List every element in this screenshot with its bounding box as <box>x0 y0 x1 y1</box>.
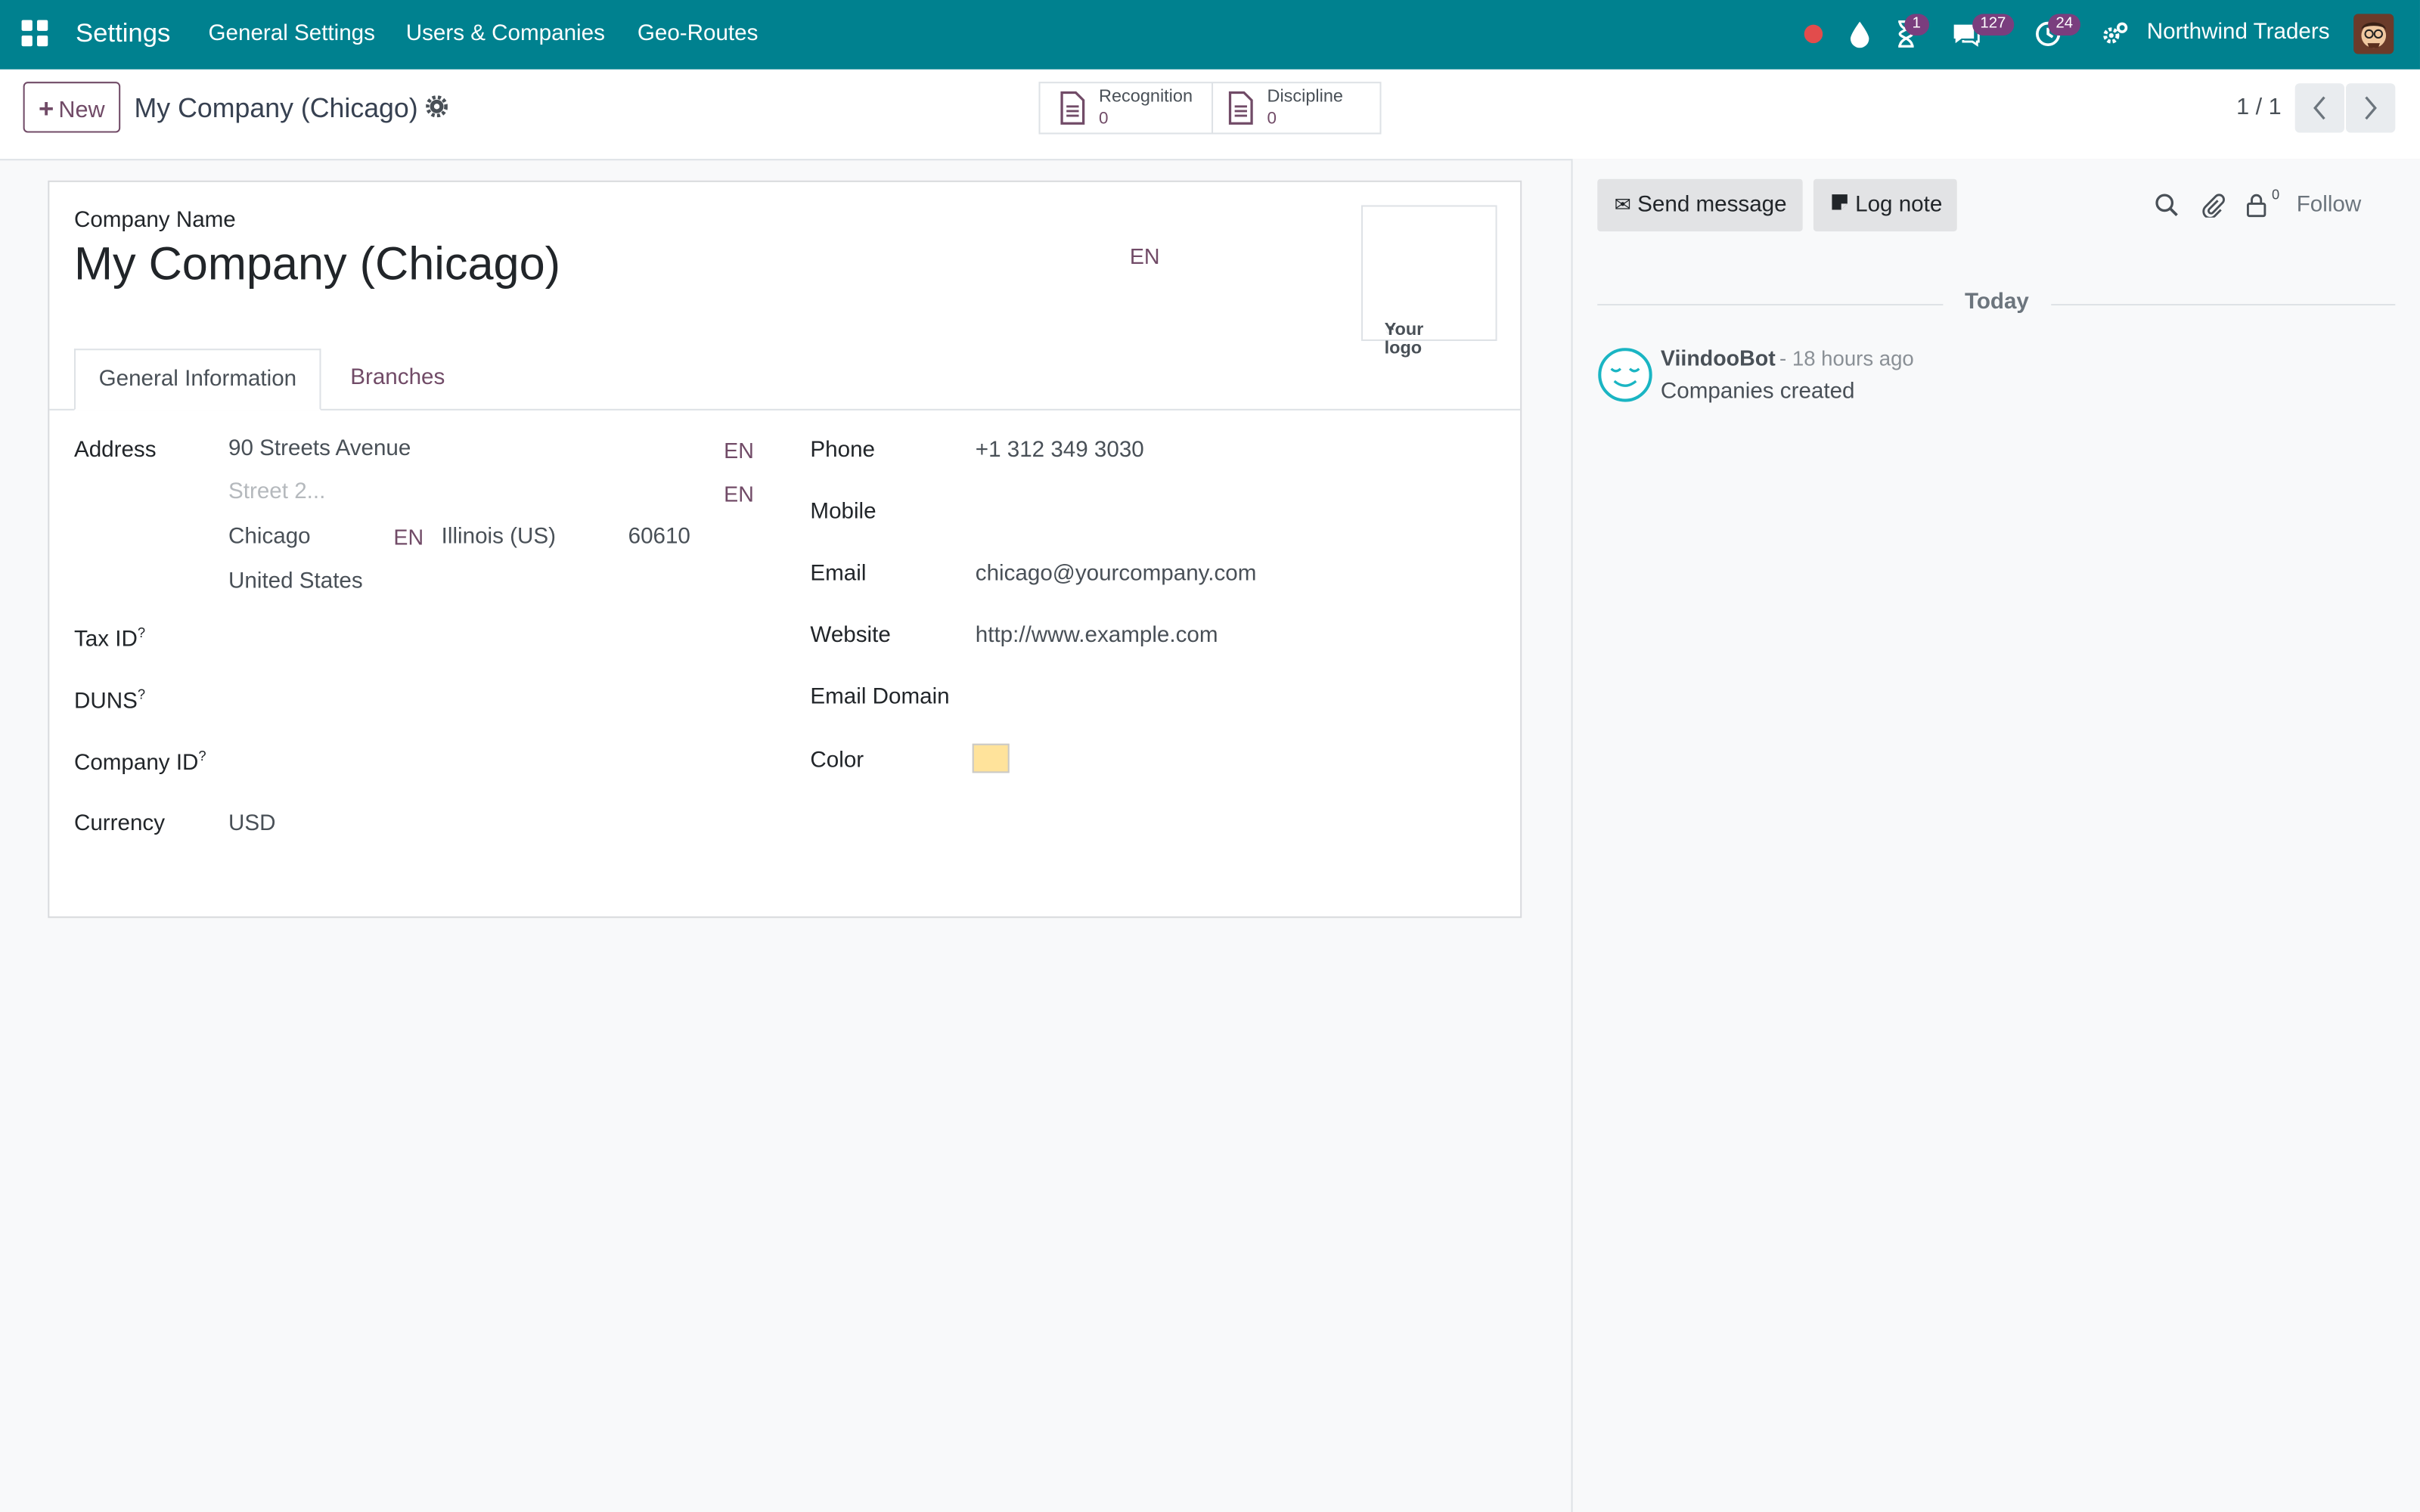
tax-id-label: Tax ID? <box>73 624 146 652</box>
send-message-button[interactable]: ✉ Send message <box>1597 178 1802 232</box>
message-author[interactable]: ViindooBot <box>1661 345 1776 370</box>
message-body: Companies created <box>1660 380 1855 404</box>
smart-button-recognition[interactable]: Recognition 0 <box>1038 82 1214 135</box>
smart-button-discipline[interactable]: Discipline 0 <box>1212 82 1382 135</box>
logo-upload[interactable]: ◔ Your logo <box>1360 205 1497 358</box>
color-swatch[interactable] <box>972 743 1010 773</box>
app-title[interactable]: Settings <box>76 18 170 49</box>
plus-icon: + <box>39 94 54 124</box>
menu-users-companies[interactable]: Users & Companies <box>406 22 605 47</box>
activity-badge: 1 <box>1904 14 1929 36</box>
gear-icon[interactable] <box>425 95 448 125</box>
address-label: Address <box>73 438 157 463</box>
translate-button[interactable]: EN <box>1130 243 1160 268</box>
app-menu-icon[interactable] <box>21 20 50 48</box>
zip-field[interactable]: 60610 <box>628 525 690 550</box>
help-icon[interactable]: ? <box>138 625 145 640</box>
document-icon <box>1228 91 1253 125</box>
currency-field[interactable]: USD <box>228 811 275 836</box>
tab-branches[interactable]: Branches <box>327 349 468 411</box>
street2-field[interactable]: Street 2... <box>228 480 325 505</box>
follower-count: 0 <box>2272 186 2280 203</box>
message-time: - 18 hours ago <box>1779 347 1914 370</box>
website-field[interactable]: http://www.example.com <box>976 623 1218 648</box>
bot-avatar-icon <box>1597 347 1652 411</box>
chatter-panel: ✉ Send message Log note 0 Follow Today V… <box>1571 159 2420 1512</box>
website-label: Website <box>810 623 891 649</box>
email-domain-label: Email Domain <box>810 685 950 710</box>
phone-field[interactable]: +1 312 349 3030 <box>976 438 1144 463</box>
messages-badge: 127 <box>1972 14 2014 36</box>
settings-gears-icon[interactable] <box>2101 18 2132 49</box>
follow-button[interactable]: Follow <box>2297 193 2362 218</box>
paperclip-icon[interactable] <box>2201 193 2226 225</box>
user-avatar[interactable] <box>2353 14 2394 54</box>
help-icon[interactable]: ? <box>138 686 145 702</box>
pager-previous-button[interactable] <box>2294 83 2344 133</box>
company-id-label: Company ID? <box>73 748 206 776</box>
duns-label: DUNS? <box>73 686 146 714</box>
pager-next-button[interactable] <box>2346 83 2396 133</box>
tab-general-information[interactable]: General Information <box>73 349 321 411</box>
company-switcher[interactable]: Northwind Traders <box>2147 20 2330 45</box>
company-name-field[interactable]: My Company (Chicago) <box>74 239 560 291</box>
menu-general-settings[interactable]: General Settings <box>209 22 375 47</box>
chevron-right-icon <box>2365 96 2377 120</box>
search-icon[interactable] <box>2155 193 2180 225</box>
date-label: Today <box>1943 290 2051 315</box>
country-field[interactable]: United States <box>228 569 363 594</box>
pager-value[interactable]: 1 / 1 <box>2236 94 2282 120</box>
chevron-left-icon <box>2313 96 2325 120</box>
company-name-label: Company Name <box>73 208 236 234</box>
street2-translate-button[interactable]: EN <box>724 482 754 507</box>
form-sheet: Company Name My Company (Chicago) EN ◔ Y… <box>48 180 1522 919</box>
document-icon <box>1060 91 1085 125</box>
envelope-icon: ✉ <box>1614 193 1631 216</box>
menu-geo-routes[interactable]: Geo-Routes <box>638 22 759 47</box>
street-translate-button[interactable]: EN <box>724 438 754 463</box>
email-label: Email <box>810 561 867 587</box>
drop-icon[interactable] <box>1848 18 1879 49</box>
reminders-badge: 24 <box>2048 14 2081 36</box>
mobile-label: Mobile <box>810 500 876 525</box>
control-panel: + New My Company (Chicago) Recognition 0 … <box>0 69 2420 161</box>
currency-label: Currency <box>73 811 166 837</box>
recording-dot-icon[interactable] <box>1801 22 1832 53</box>
color-label: Color <box>810 748 864 773</box>
lock-followers-icon[interactable] <box>2245 193 2267 225</box>
city-field[interactable]: Chicago <box>228 525 311 550</box>
note-icon <box>1832 194 1848 210</box>
city-translate-button[interactable]: EN <box>393 525 424 550</box>
email-field[interactable]: chicago@yourcompany.com <box>976 562 1257 587</box>
top-navbar: Settings General Settings Users & Compan… <box>0 0 2420 70</box>
log-note-button[interactable]: Log note <box>1813 178 1958 232</box>
new-button[interactable]: + New <box>23 82 121 133</box>
phone-label: Phone <box>810 438 876 463</box>
street-field[interactable]: 90 Streets Avenue <box>228 437 411 462</box>
state-field[interactable]: Illinois (US) <box>442 525 556 550</box>
breadcrumb-title: My Company (Chicago) <box>134 92 418 124</box>
help-icon[interactable]: ? <box>198 748 206 764</box>
